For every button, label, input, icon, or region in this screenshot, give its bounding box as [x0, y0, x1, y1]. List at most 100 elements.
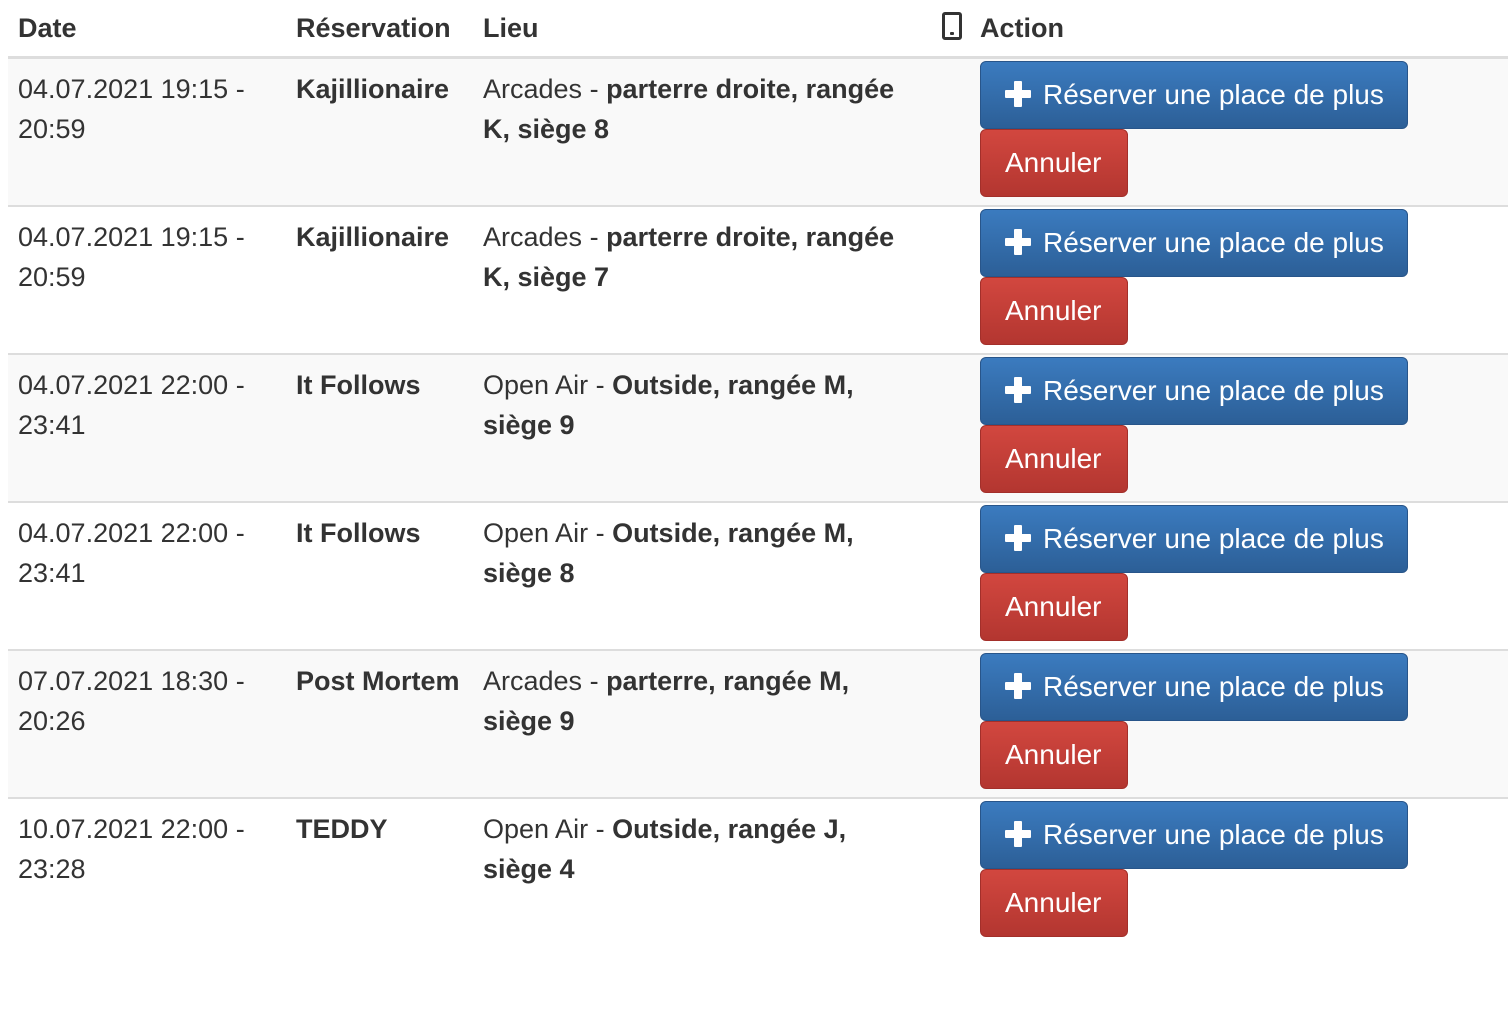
film-title: Kajillionaire [296, 221, 450, 252]
date-cell: 10.07.2021 22:00 - 23:28 [8, 796, 286, 946]
venue-separator: - [582, 221, 607, 252]
action-cell: Réserver une place de plus Annuler [970, 500, 1508, 650]
film-title: TEDDY [296, 813, 388, 844]
table-row: 04.07.2021 22:00 - 23:41 It Follows Open… [8, 500, 1508, 650]
lieu-cell: Open Air - Outside, rangée J, siège 4 [473, 796, 905, 946]
date-end: 23:41 [18, 557, 86, 588]
date-start: 04.07.2021 22:00 - [18, 517, 245, 548]
venue-separator: - [588, 369, 613, 400]
date-end: 23:28 [18, 853, 86, 884]
cancel-button[interactable]: Annuler [980, 720, 1128, 789]
film-title: It Follows [296, 517, 421, 548]
header-lieu: Lieu [473, 0, 905, 59]
action-buttons: Réserver une place de plus Annuler [980, 800, 1498, 937]
lieu-cell: Arcades - parterre, rangée M, siège 9 [473, 648, 905, 798]
date-cell: 04.07.2021 19:15 - 20:59 [8, 204, 286, 354]
action-buttons: Réserver une place de plus Annuler [980, 356, 1498, 493]
mobile-cell [905, 204, 970, 354]
reservations-table-container: Date Réservation Lieu Action 04.07.2021 … [8, 0, 1508, 946]
date-start: 04.07.2021 19:15 - [18, 221, 245, 252]
mobile-phone-icon [942, 12, 962, 40]
reservation-cell: Post Mortem [286, 648, 473, 798]
reservation-cell: Kajillionaire [286, 204, 473, 354]
action-buttons: Réserver une place de plus Annuler [980, 652, 1498, 789]
venue-separator: - [582, 74, 607, 104]
header-reservation: Réservation [286, 0, 473, 59]
cancel-button-label: Annuler [1005, 442, 1102, 474]
action-cell: Réserver une place de plus Annuler [970, 648, 1508, 798]
lieu-cell: Arcades - parterre droite, rangée K, siè… [473, 56, 905, 206]
table-row: 10.07.2021 22:00 - 23:28 TEDDY Open Air … [8, 796, 1508, 946]
cancel-button[interactable]: Annuler [980, 276, 1128, 345]
date-end: 20:26 [18, 705, 86, 736]
venue-separator: - [582, 665, 607, 696]
reserve-button-label: Réserver une place de plus [1043, 818, 1384, 850]
header-date: Date [8, 0, 286, 59]
action-cell: Réserver une place de plus Annuler [970, 352, 1508, 502]
cancel-button-label: Annuler [1005, 886, 1102, 918]
mobile-cell [905, 500, 970, 650]
reserve-button-label: Réserver une place de plus [1043, 670, 1384, 702]
reserve-extra-seat-button[interactable]: Réserver une place de plus [980, 504, 1408, 573]
reserve-extra-seat-button[interactable]: Réserver une place de plus [980, 356, 1408, 425]
cancel-button[interactable]: Annuler [980, 572, 1128, 641]
mobile-cell [905, 56, 970, 206]
lieu-cell: Open Air - Outside, rangée M, siège 9 [473, 352, 905, 502]
plus-icon [1005, 524, 1031, 551]
reserve-extra-seat-button[interactable]: Réserver une place de plus [980, 800, 1408, 869]
venue-name: Arcades [483, 665, 583, 696]
date-start: 10.07.2021 22:00 - [18, 813, 245, 844]
reserve-extra-seat-button[interactable]: Réserver une place de plus [980, 652, 1408, 721]
header-action: Action [970, 0, 1508, 59]
date-end: 23:41 [18, 409, 86, 440]
reserve-extra-seat-button[interactable]: Réserver une place de plus [980, 208, 1408, 277]
venue-separator: - [588, 517, 613, 548]
cancel-button-label: Annuler [1005, 147, 1102, 178]
reserve-button-label: Réserver une place de plus [1043, 226, 1384, 258]
date-end: 20:59 [18, 114, 86, 144]
header-mobile [905, 0, 970, 59]
date-start: 07.07.2021 18:30 - [18, 665, 245, 696]
cancel-button[interactable]: Annuler [980, 129, 1128, 197]
reservation-cell: TEDDY [286, 796, 473, 946]
reservation-cell: Kajillionaire [286, 56, 473, 206]
date-cell: 07.07.2021 18:30 - 20:26 [8, 648, 286, 798]
table-row: 07.07.2021 18:30 - 20:26 Post Mortem Arc… [8, 648, 1508, 798]
reservation-cell: It Follows [286, 352, 473, 502]
mobile-cell [905, 796, 970, 946]
date-start: 04.07.2021 19:15 - [18, 74, 245, 104]
venue-name: Arcades [483, 221, 583, 252]
reservation-cell: It Follows [286, 500, 473, 650]
venue-name: Open Air [483, 517, 589, 548]
table-row: 04.07.2021 19:15 - 20:59 Kajillionaire A… [8, 204, 1508, 354]
action-buttons: Réserver une place de plus Annuler [980, 208, 1498, 345]
lieu-cell: Arcades - parterre droite, rangée K, siè… [473, 204, 905, 354]
mobile-cell [905, 352, 970, 502]
cancel-button[interactable]: Annuler [980, 868, 1128, 937]
reserve-button-label: Réserver une place de plus [1043, 374, 1384, 406]
reserve-extra-seat-button[interactable]: Réserver une place de plus [980, 61, 1408, 129]
cancel-button-label: Annuler [1005, 294, 1102, 326]
action-buttons: Réserver une place de plus Annuler [980, 61, 1498, 197]
mobile-cell [905, 648, 970, 798]
plus-icon [1005, 81, 1031, 107]
venue-name: Open Air [483, 813, 589, 844]
cancel-button-label: Annuler [1005, 738, 1102, 770]
film-title: It Follows [296, 369, 421, 400]
table-row: 04.07.2021 19:15 - 20:59 Kajillionaire A… [8, 56, 1508, 206]
film-title: Post Mortem [296, 665, 460, 696]
date-end: 20:59 [18, 261, 86, 292]
cancel-button[interactable]: Annuler [980, 424, 1128, 493]
reservations-table: Date Réservation Lieu Action 04.07.2021 … [8, 0, 1508, 946]
date-cell: 04.07.2021 19:15 - 20:59 [8, 56, 286, 206]
table-header-row: Date Réservation Lieu Action [8, 0, 1508, 59]
film-title: Kajillionaire [296, 74, 450, 104]
venue-separator: - [588, 813, 613, 844]
plus-icon [1005, 820, 1031, 847]
table-row: 04.07.2021 22:00 - 23:41 It Follows Open… [8, 352, 1508, 502]
action-cell: Réserver une place de plus Annuler [970, 204, 1508, 354]
action-buttons: Réserver une place de plus Annuler [980, 504, 1498, 641]
reserve-button-label: Réserver une place de plus [1043, 522, 1384, 554]
date-cell: 04.07.2021 22:00 - 23:41 [8, 500, 286, 650]
plus-icon [1005, 376, 1031, 403]
